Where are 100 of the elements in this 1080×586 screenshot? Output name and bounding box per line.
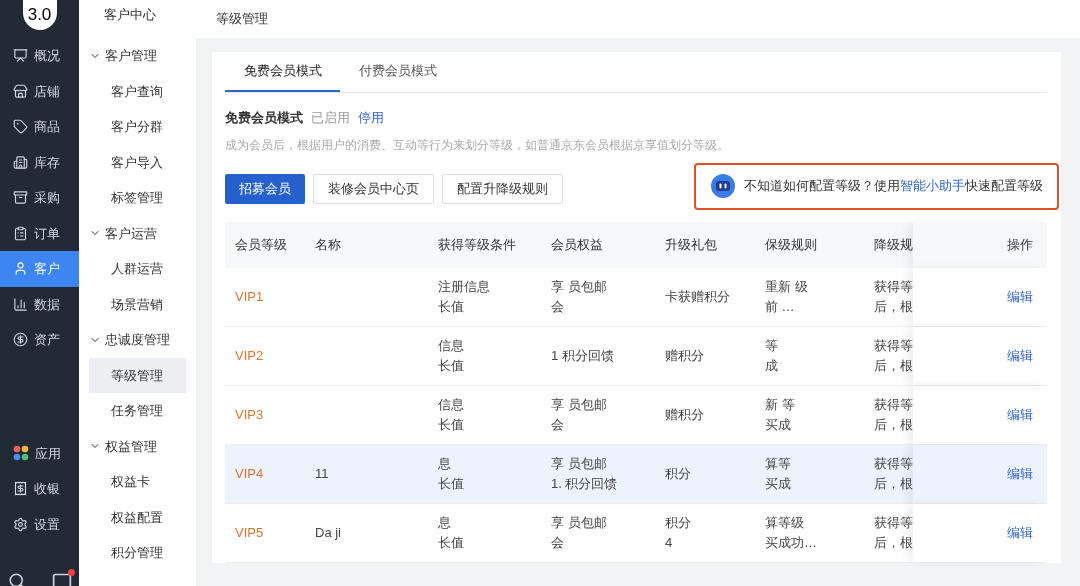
nav-item[interactable]: 店铺 xyxy=(0,73,79,109)
nav-item[interactable]: 概况 xyxy=(0,38,79,74)
user-icon xyxy=(13,261,28,277)
edit-link[interactable]: 编辑 xyxy=(1007,463,1033,484)
nav-item[interactable]: 商品 xyxy=(0,109,79,145)
edit-link[interactable]: 编辑 xyxy=(1007,286,1033,307)
column-header: 会员等级 xyxy=(235,235,287,254)
nav-item[interactable]: 资产 xyxy=(0,322,79,358)
menu-item[interactable]: 标签管理 xyxy=(89,180,186,216)
table-cell-text: 获得等 后，根 xyxy=(874,277,913,316)
table-cell-text: 享 员包邮 会 xyxy=(551,277,607,316)
store-icon xyxy=(13,83,28,99)
nav-item[interactable]: 订单 xyxy=(0,215,79,251)
edit-link[interactable]: 编辑 xyxy=(1007,522,1033,543)
primary-button[interactable]: 招募会员 xyxy=(225,173,305,204)
list-icon xyxy=(13,225,28,241)
menu-group[interactable]: 权益管理 xyxy=(79,428,186,464)
table-cell-text: 赠积分 xyxy=(665,346,704,365)
menu-item[interactable]: 等级管理 xyxy=(89,357,186,393)
menu-group[interactable]: 忠诚度管理 xyxy=(79,322,186,358)
menu-item[interactable]: 客户分群 xyxy=(89,109,186,145)
menu-group[interactable]: 客户运营 xyxy=(79,215,186,251)
column-header: 操作 xyxy=(1007,235,1033,254)
table-row[interactable]: VIP5 Da ji 息 长值 享 员包邮 会 积分 4 算等级 买成功… 获得等 后，根 编辑 xyxy=(225,503,1047,563)
archive-icon xyxy=(13,190,28,206)
level-label: VIP4 xyxy=(235,464,264,483)
column-header: 名称 xyxy=(315,235,341,254)
mode-description: 成为会员后，根据用户的消费、互动等行为来划分等级，如普通京东会员根据京享值划分等级。 xyxy=(225,136,730,154)
table-cell-text: 信息 长值 xyxy=(438,336,464,375)
level-label: VIP1 xyxy=(235,287,264,306)
level-label: VIP2 xyxy=(235,346,264,365)
secondary-button[interactable]: 配置升降级规则 xyxy=(442,173,563,204)
table-row[interactable]: VIP4 11 息 长值 享 员包邮 1. 积分回馈 积分 算等 买成 获得等 后，根 编辑 xyxy=(225,444,1047,504)
menu-item[interactable]: 场景营销 xyxy=(89,286,186,322)
table-cell-text: 享 员包邮 会 xyxy=(551,513,607,552)
table-cell-text: 算等级 买成功… xyxy=(765,513,817,552)
mode-title: 免费会员模式 xyxy=(225,109,303,127)
column-header: 会员权益 xyxy=(551,235,603,254)
table-cell-text: 息 长值 xyxy=(438,513,464,552)
status-text: 已启用 xyxy=(311,109,350,127)
nav-item[interactable]: 库存 xyxy=(0,144,79,180)
nav-item[interactable]: 采购 xyxy=(0,180,79,216)
apps-icon xyxy=(13,445,29,462)
menu-item[interactable]: 人群运营 xyxy=(89,251,186,287)
table-cell-text: 11 xyxy=(315,464,329,483)
column-header: 获得等级条件 xyxy=(438,235,516,254)
tip-text: 不知道如何配置等级？使用智能小助手快速配置等级 xyxy=(744,177,1043,196)
secondary-button[interactable]: 装修会员中心页 xyxy=(313,173,434,204)
table-cell-text: 算等 买成 xyxy=(765,454,791,493)
logo: 3.0 xyxy=(22,0,57,30)
table-cell-text: 享 员包邮 1. 积分回馈 xyxy=(551,454,618,493)
table-row[interactable]: VIP3 信息 长值 享 员包邮 会 赠积分 新 等 买成 获得等 后，根 编辑 xyxy=(225,385,1047,445)
tab[interactable]: 免费会员模式 xyxy=(225,52,340,92)
table-cell-text: 享 员包邮 会 xyxy=(551,395,607,434)
table-cell-text: 获得等 后，根 xyxy=(874,454,913,493)
table-cell-text: 获得等 后，根 xyxy=(874,336,913,375)
column-header: 降级规 xyxy=(874,235,913,254)
robot-icon xyxy=(710,173,736,199)
edit-link[interactable]: 编辑 xyxy=(1007,404,1033,425)
bar-chart-icon xyxy=(13,296,28,312)
table-row[interactable]: VIP1 注册信息 长值 享 员包邮 会 卡获赠积分 重新 级 前 … 获得等 后，根 编辑 xyxy=(225,267,1047,327)
table-cell-text: 积分 xyxy=(665,464,691,483)
tab[interactable]: 付费会员模式 xyxy=(340,52,455,92)
menu-item[interactable]: 权益卡 xyxy=(89,464,186,500)
edit-link[interactable]: 编辑 xyxy=(1007,345,1033,366)
menu-item[interactable]: 客户导入 xyxy=(89,144,186,180)
table-cell-text: Da ji xyxy=(315,523,341,542)
receipt-icon xyxy=(13,481,28,497)
table-cell-text: 信息 长值 xyxy=(438,395,464,434)
level-label: VIP5 xyxy=(235,523,264,542)
table-cell-text: 息 长值 xyxy=(438,454,464,493)
menu-group[interactable]: 客户管理 xyxy=(79,38,186,74)
tag-icon xyxy=(13,119,28,135)
table-cell-text: 等 成 xyxy=(765,336,778,375)
sidebar-title: 客户中心 xyxy=(104,6,156,25)
table-cell-text: 重新 级 前 … xyxy=(765,277,808,316)
menu-item[interactable]: 客户查询 xyxy=(89,73,186,109)
table-cell-text: 注册信息 长值 xyxy=(438,277,490,316)
assistant-link[interactable]: 智能小助手 xyxy=(900,178,965,194)
menu-item[interactable]: 任务管理 xyxy=(89,393,186,429)
search-icon[interactable] xyxy=(8,572,26,586)
table-cell-text: 1 积分回馈 xyxy=(551,346,614,365)
table-cell-text: 获得等 后，根 xyxy=(874,513,913,552)
column-header: 保级规则 xyxy=(765,235,817,254)
nav-item[interactable]: 客户 xyxy=(0,251,79,287)
building-icon xyxy=(13,154,28,170)
menu-item[interactable]: 权益配置 xyxy=(89,499,186,535)
disable-link[interactable]: 停用 xyxy=(358,108,384,128)
nav-item[interactable]: 设置 xyxy=(0,506,79,542)
nav-item[interactable]: 数据 xyxy=(0,286,79,322)
settings-icon xyxy=(13,516,28,532)
menu-item[interactable]: 积分管理 xyxy=(89,535,186,571)
table-cell-text: 获得等 后，根 xyxy=(874,395,913,434)
table-row[interactable]: VIP2 信息 长值 1 积分回馈 赠积分 等 成 获得等 后，根 编辑 xyxy=(225,326,1047,386)
nav-item[interactable]: 应用 xyxy=(0,435,79,471)
column-header: 升级礼包 xyxy=(665,235,717,254)
presentation-icon xyxy=(13,48,28,64)
table-cell-text: 赠积分 xyxy=(665,405,704,424)
nav-item[interactable]: 收银 xyxy=(0,471,79,507)
table-cell-text: 积分 4 xyxy=(665,513,691,552)
